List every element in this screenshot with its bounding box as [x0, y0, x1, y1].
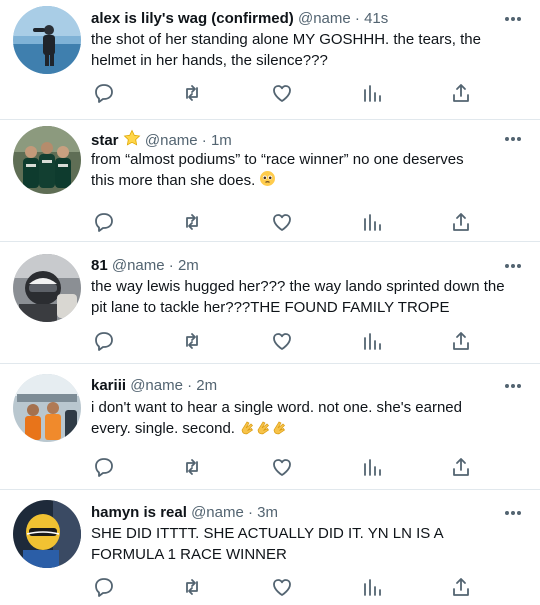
- handle[interactable]: @name: [145, 132, 198, 149]
- share-icon[interactable]: [450, 456, 472, 478]
- handle[interactable]: @name: [191, 504, 244, 521]
- handle[interactable]: @name: [112, 257, 165, 274]
- like-icon[interactable]: [271, 82, 293, 104]
- reply-icon[interactable]: [93, 576, 115, 598]
- analytics-icon[interactable]: [361, 576, 383, 598]
- tweet-text: from “almost podiums” to “race winner” n…: [91, 149, 516, 191]
- reply-icon[interactable]: [93, 330, 115, 352]
- share-icon[interactable]: [450, 82, 472, 104]
- reply-icon[interactable]: [93, 82, 115, 104]
- avatar[interactable]: [13, 6, 81, 74]
- tweet[interactable]: star @name · 1m from “almost podiums” to…: [0, 120, 540, 242]
- timestamp[interactable]: 41s: [364, 10, 388, 27]
- timestamp[interactable]: 1m: [211, 132, 232, 149]
- separator: ·: [354, 10, 360, 27]
- retweet-icon[interactable]: [181, 330, 203, 352]
- star-emoji-icon: [123, 129, 141, 146]
- analytics-icon[interactable]: [361, 211, 383, 233]
- more-options-icon[interactable]: [504, 510, 522, 516]
- tweet-text: the shot of her standing alone MY GOSHHH…: [91, 31, 481, 69]
- tweet-text: SHE DID ITTTT. SHE ACTUALLY DID IT. YN L…: [91, 525, 443, 563]
- display-name[interactable]: star: [91, 132, 119, 149]
- separator: ·: [247, 504, 253, 521]
- clapping-hands-emoji-icon: [273, 421, 286, 435]
- clapping-hands-emoji-icon: [241, 421, 254, 435]
- tweet-text: the way lewis hugged her??? the way land…: [91, 278, 505, 316]
- tweet-text-line: this more than she does.: [91, 170, 516, 191]
- timestamp[interactable]: 3m: [257, 504, 278, 521]
- clapping-hands-emoji-icon: [257, 421, 270, 435]
- retweet-icon[interactable]: [181, 82, 203, 104]
- tweet-actions: [91, 211, 481, 233]
- tweet-text-line: from “almost podiums” to “race winner” n…: [91, 151, 464, 168]
- tweet-actions: [91, 82, 481, 104]
- tweet-text-line: i don't want to hear a single word. not …: [91, 399, 462, 416]
- reply-icon[interactable]: [93, 456, 115, 478]
- share-icon[interactable]: [450, 576, 472, 598]
- avatar[interactable]: [13, 254, 81, 322]
- display-name[interactable]: kariii: [91, 377, 126, 394]
- display-name[interactable]: 81: [91, 257, 108, 274]
- tweet-text: i don't want to hear a single word. not …: [91, 397, 516, 439]
- like-icon[interactable]: [271, 211, 293, 233]
- tweet-text-line-content: this more than she does.: [91, 172, 256, 189]
- tweet-text-line: every. single. second.: [91, 418, 516, 439]
- share-icon[interactable]: [450, 211, 472, 233]
- more-options-icon[interactable]: [504, 136, 522, 142]
- avatar[interactable]: [13, 126, 81, 194]
- tweet[interactable]: 81 @name · 2m the way lewis hugged her??…: [0, 242, 540, 364]
- retweet-icon[interactable]: [181, 576, 203, 598]
- tweet[interactable]: hamyn is real @name · 3m SHE DID ITTTT. …: [0, 490, 540, 605]
- reply-icon[interactable]: [93, 211, 115, 233]
- retweet-icon[interactable]: [181, 211, 203, 233]
- avatar[interactable]: [13, 374, 81, 442]
- more-options-icon[interactable]: [504, 263, 522, 269]
- analytics-icon[interactable]: [361, 330, 383, 352]
- like-icon[interactable]: [271, 330, 293, 352]
- tweet-actions: [91, 576, 481, 598]
- analytics-icon[interactable]: [361, 456, 383, 478]
- retweet-icon[interactable]: [181, 456, 203, 478]
- share-icon[interactable]: [450, 330, 472, 352]
- like-icon[interactable]: [271, 576, 293, 598]
- handle[interactable]: @name: [130, 377, 183, 394]
- handle[interactable]: @name: [298, 10, 351, 27]
- more-options-icon[interactable]: [504, 383, 522, 389]
- tweet[interactable]: alex is lily's wag (confirmed) @name · 4…: [0, 0, 540, 120]
- like-icon[interactable]: [271, 456, 293, 478]
- separator: ·: [201, 132, 207, 149]
- more-options-icon[interactable]: [504, 16, 522, 22]
- tweet-text-line-content: every. single. second.: [91, 420, 235, 437]
- tweet-actions: [91, 330, 481, 352]
- analytics-icon[interactable]: [361, 82, 383, 104]
- separator: ·: [168, 257, 174, 274]
- tweet[interactable]: kariii @name · 2m i don't want to hear a…: [0, 364, 540, 490]
- timestamp[interactable]: 2m: [178, 257, 199, 274]
- pleading-face-emoji-icon: [260, 171, 276, 186]
- display-name[interactable]: alex is lily's wag (confirmed): [91, 10, 294, 27]
- separator: ·: [187, 377, 193, 394]
- avatar[interactable]: [13, 500, 81, 568]
- tweet-actions: [91, 456, 481, 478]
- clapping-hands-emoji-group: [239, 420, 287, 437]
- display-name[interactable]: hamyn is real: [91, 504, 187, 521]
- timestamp[interactable]: 2m: [196, 377, 217, 394]
